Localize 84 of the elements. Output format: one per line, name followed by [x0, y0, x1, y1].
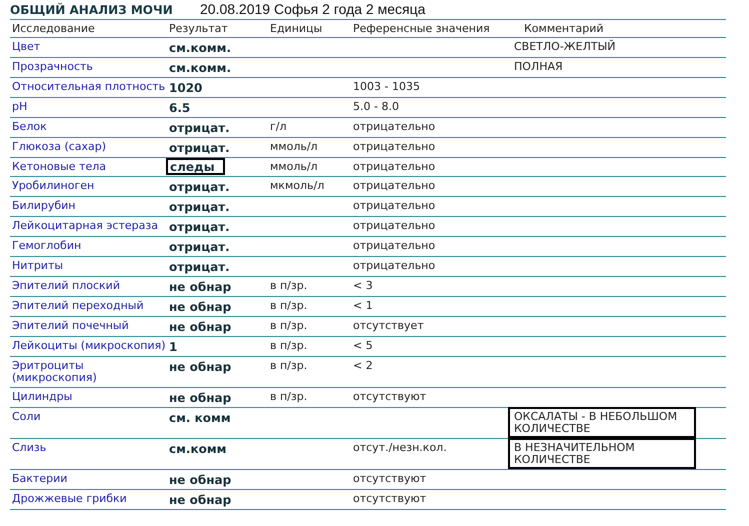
table-cell-text: отсутствуют	[352, 471, 428, 488]
table-cell-text: не обнар	[168, 319, 232, 336]
table-cell-text: см. комм	[168, 410, 232, 428]
table-cell-text: Эпителий почечный	[11, 318, 130, 334]
table-cell-text: отрицат.	[168, 199, 231, 216]
table-cell-text: Относительная плотность	[11, 79, 166, 95]
table-cell-text: Лейкоциты (микроскопия)	[11, 338, 167, 354]
table-cell-text: Цилиндры	[11, 389, 74, 406]
table-cell-text: г/л	[269, 119, 288, 135]
table-cell-text: в п/зр.	[269, 358, 308, 374]
table-cell-text: отрицат.	[168, 120, 231, 137]
table-cell-text: не обнар	[168, 299, 232, 316]
table-cell-text: Белок	[11, 119, 48, 135]
table-cell-text: отрицат.	[168, 140, 231, 157]
table-cell-text: в п/зр.	[269, 278, 308, 294]
table-cell-text: отрицат.	[168, 239, 231, 256]
table-cell-text: 5.0 - 8.0	[352, 99, 400, 115]
column-header: Референсные значения	[352, 21, 491, 37]
table-cell-text: Эритроциты (микроскопия)	[11, 358, 98, 386]
table-cell-text: отрицательно	[352, 238, 436, 254]
table-cell-text: Уробилиноген	[11, 178, 96, 194]
table-cell-text: Билирубин	[11, 198, 76, 214]
table-cell-text: Прозрачность	[11, 59, 94, 75]
table-cell-text: Нитриты	[11, 258, 64, 274]
table-cell-text: отсутствует	[352, 318, 425, 334]
table-cell-text: в п/зр.	[269, 338, 308, 354]
table-cell-text: Глюкоза (сахар)	[11, 139, 108, 155]
table-cell-text: отрицат.	[168, 179, 231, 196]
table-cell-text: < 1	[352, 298, 374, 314]
table-cell-text: в п/зр.	[269, 389, 308, 406]
table-cell-text: не обнар	[168, 359, 232, 376]
column-header: Исследование	[11, 21, 96, 37]
table-cell-text: Цвет	[11, 39, 42, 55]
column-header: Единицы	[269, 21, 324, 37]
table-cell-text: в п/зр.	[269, 318, 308, 334]
table-cell-text: не обнар	[168, 390, 232, 408]
table-cell-text: отрицательно	[352, 198, 436, 214]
table-cell-text: Эпителий переходный	[11, 298, 145, 314]
column-header: Комментарий	[523, 21, 605, 37]
table-cell-text: отрицательно	[352, 159, 436, 175]
table-cell-text: отрицательно	[352, 178, 436, 194]
table-cell-text: мкмоль/л	[269, 178, 326, 194]
table-cell-text: 1003 - 1035	[352, 79, 421, 95]
table-cell-text: Бактерии	[11, 471, 68, 488]
table-cell-text: 1	[168, 339, 178, 356]
table-cell-text: < 2	[352, 358, 374, 374]
table-cell-text: Дрожжевые грибки	[11, 491, 128, 508]
column-header: Результат	[168, 21, 229, 37]
table-cell-text: 1020	[168, 80, 204, 97]
table-cell-text: Эпителий плоский	[11, 278, 121, 294]
table-cell-text: < 5	[352, 338, 374, 354]
table-cell-text: не обнар	[168, 279, 232, 296]
table-cell-text: 6.5	[168, 100, 192, 117]
report-title: ОБЩИЙ АНАЛИЗ МОЧИ	[10, 3, 174, 17]
table-cell-text: Соли	[11, 409, 42, 426]
table-cell-text: Лейкоцитарная эстераза	[11, 218, 159, 234]
table-cell-text: отрицательно	[352, 258, 436, 274]
table-cell-text: не обнар	[168, 492, 232, 510]
table-cell: следы	[166, 158, 225, 176]
table-cell-text: ммоль/л	[269, 139, 319, 155]
table-cell-text: отрицат.	[168, 219, 231, 236]
table-cell-text: < 3	[352, 278, 374, 294]
table-cell-text: Гемоглобин	[11, 238, 82, 254]
table-cell-text: в п/зр.	[269, 298, 308, 314]
table-cell-text: см.комм	[168, 441, 228, 458]
report-subtitle: 20.08.2019 Софья 2 года 2 месяца	[200, 1, 426, 17]
table-cell-text: отсутствуют	[352, 491, 428, 508]
table-cell-text: отрицательно	[352, 119, 436, 135]
table-cell-text: отсутствуют	[352, 389, 428, 406]
table-cell-text: ПОЛНАЯ	[513, 59, 564, 75]
table-cell-text: отрицат.	[168, 259, 231, 276]
table-cell-text: не обнар	[168, 472, 232, 490]
table-cell-text: ммоль/л	[269, 159, 319, 175]
table-cell-text: СВЕТЛО-ЖЕЛТЫЙ	[513, 38, 617, 55]
table-cell-text: см.комм.	[168, 60, 232, 77]
table-cell-text: см.комм.	[168, 40, 232, 57]
table-cell-text: pH	[11, 99, 28, 115]
table-cell-text: Кетоновые тела	[11, 159, 108, 175]
table-cell-text: Слизь	[11, 440, 48, 456]
table-cell-text: отрицательно	[352, 218, 436, 234]
table-cell: В НЕЗНАЧИТЕЛЬНОМ КОЛИЧЕСТВЕ	[508, 438, 696, 470]
table-cell: ОКСАЛАТЫ - В НЕБОЛЬШОМ КОЛИЧЕСТВЕ	[508, 407, 696, 438]
table-cell-text: отрицательно	[352, 139, 436, 155]
table-cell-text: отсут./незн.кол.	[352, 440, 448, 456]
